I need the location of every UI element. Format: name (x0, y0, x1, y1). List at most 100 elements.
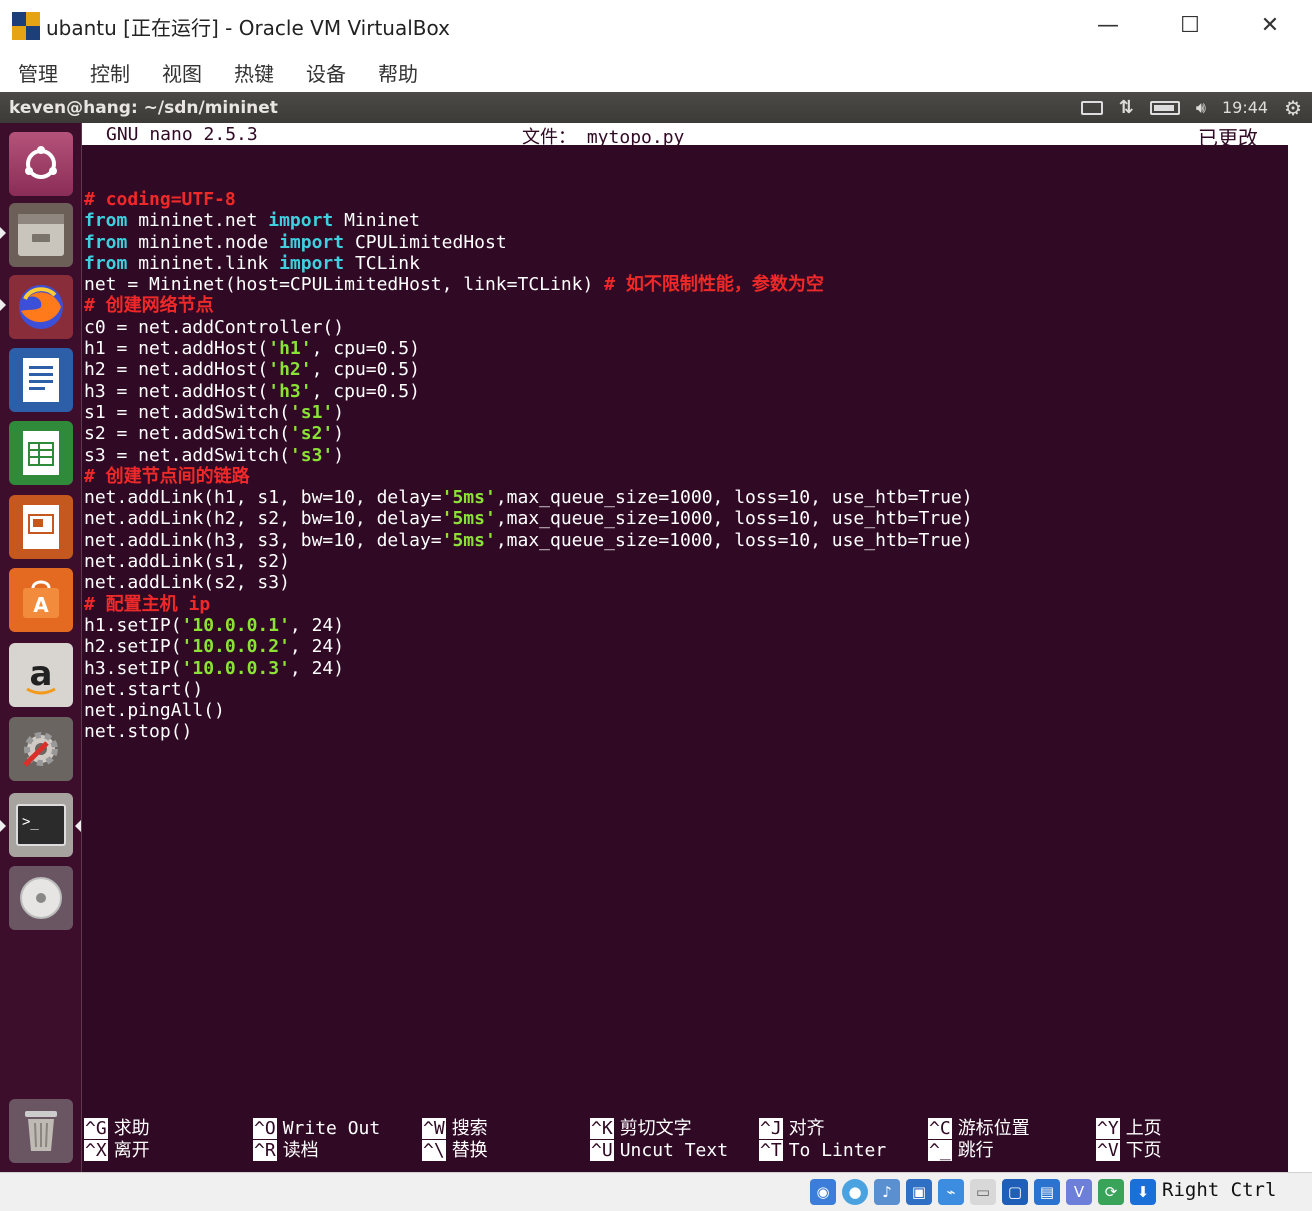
code-token: import (279, 231, 345, 253)
menu-manage[interactable]: 管理 (18, 58, 58, 87)
usb-icon[interactable]: ⌁ (938, 1179, 964, 1205)
code-token: 's2' (289, 423, 334, 445)
code-token: Mininet (333, 210, 420, 232)
shortcut-read-file[interactable]: ^R 读档 (253, 1140, 319, 1162)
network-icon[interactable]: ⇅ (1119, 97, 1134, 118)
code-token: # 创建节点间的链路 (84, 465, 250, 487)
shortcut-cut-text[interactable]: ^K 剪切文字 (590, 1118, 692, 1140)
menu-help[interactable]: 帮助 (378, 58, 418, 87)
code-token: , 24) (289, 636, 345, 658)
maximize-button[interactable]: ☐ (1170, 10, 1210, 42)
amazon-icon[interactable]: a (9, 643, 73, 707)
impress-icon[interactable] (9, 495, 73, 559)
code-line: # 创建网络节点 (84, 295, 973, 316)
code-token: # coding=UTF-8 (84, 189, 236, 210)
code-line: h1 = net.addHost('h1', cpu=0.5) (84, 338, 973, 359)
video-capture-icon[interactable]: ▤ (1034, 1179, 1060, 1205)
terminal-window[interactable]: GNU nano 2.5.3 文件： mytopo.py 已更改 # codin… (82, 123, 1288, 1172)
display-icon[interactable]: ▢ (1002, 1179, 1028, 1205)
code-line: h2 = net.addHost('h2', cpu=0.5) (84, 359, 973, 380)
code-line: net.addLink(s2, s3) (84, 572, 973, 593)
battery-icon[interactable] (1149, 100, 1180, 115)
launcher-running-indicator (0, 820, 6, 832)
code-token: ,max_queue_size=1000, loss=10, use_htb=T… (495, 529, 973, 551)
code-line: h3 = net.addHost('h3', cpu=0.5) (84, 381, 973, 402)
shortcut-go-to-line[interactable]: ^_ 跳行 (928, 1140, 994, 1162)
nano-file-name: mytopo.py (586, 127, 685, 148)
code-line: c0 = net.addController() (84, 317, 973, 338)
minimize-button[interactable]: — (1088, 10, 1128, 42)
shortcut-uncut-text[interactable]: ^U Uncut Text (590, 1140, 728, 1162)
code-token: mininet.node (127, 231, 280, 253)
code-line: net.addLink(s1, s2) (84, 551, 973, 572)
menu-control[interactable]: 控制 (90, 58, 130, 87)
audio-icon[interactable]: ♪ (874, 1179, 900, 1205)
code-token: c0 = net.addController() (84, 316, 345, 338)
panel-window-title: keven@hang: ~/sdn/mininet (9, 97, 278, 118)
code-token: CPULimitedHost (344, 231, 507, 253)
launcher-running-indicator (0, 227, 6, 239)
terminal-scrollbar[interactable] (1288, 123, 1312, 1172)
system-settings-icon[interactable] (9, 717, 73, 781)
dvd-icon[interactable] (9, 866, 73, 930)
shortcut-cursor-pos[interactable]: ^C 游标位置 (928, 1118, 1030, 1140)
code-token: ,max_queue_size=1000, loss=10, use_htb=T… (495, 508, 973, 530)
keyboard-capture-icon[interactable]: ⬇ (1130, 1179, 1156, 1205)
status-icons: ◉ ● ♪ ▣ ⌁ ▭ ▢ ▤ V ⟳ ⬇ (810, 1179, 1156, 1205)
vbox-menu-bar: 管理 控制 视图 热键 设备 帮助 (0, 52, 1312, 92)
keyboard-icon[interactable] (1080, 100, 1103, 115)
code-token: # 配置主机 ip (84, 593, 211, 615)
terminal-icon[interactable]: >_ (9, 793, 73, 857)
shortcut-write-out[interactable]: ^O Write Out (253, 1118, 380, 1140)
editor-buffer[interactable]: # coding=UTF-8 from mininet.net import Mi… (84, 189, 973, 743)
vbox-title-bar: ubantu [正在运行] - Oracle VM VirtualBox — ☐… (0, 0, 1312, 52)
optical-drive-icon[interactable]: ● (842, 1179, 868, 1205)
menu-view[interactable]: 视图 (162, 58, 202, 87)
shortcut-justify[interactable]: ^J 对齐 (759, 1118, 825, 1140)
shortcut-where-is[interactable]: ^W 搜索 (422, 1118, 488, 1140)
shortcut-prev-page[interactable]: ^Y 上页 (1096, 1118, 1162, 1140)
menu-devices[interactable]: 设备 (306, 58, 346, 87)
code-token: TCLink (344, 252, 420, 274)
code-token: net.stop() (84, 721, 193, 743)
code-token: net.addLink(h3, s3, bw=10, delay= (84, 529, 442, 551)
shortcut-next-page[interactable]: ^V 下页 (1096, 1140, 1162, 1162)
shared-folder-icon[interactable]: ▭ (970, 1179, 996, 1205)
hard-disk-icon[interactable]: ◉ (810, 1179, 836, 1205)
mouse-integration-icon[interactable]: ⟳ (1098, 1179, 1124, 1205)
code-token: , cpu=0.5) (311, 338, 420, 360)
shortcut-to-linter[interactable]: ^T To Linter (759, 1140, 886, 1162)
code-token: net.pingAll() (84, 700, 225, 722)
code-token: net.addLink(s2, s3) (84, 572, 290, 594)
code-line: net = Mininet(host=CPULimitedHost, link=… (84, 274, 973, 295)
code-line: net.pingAll() (84, 700, 973, 721)
calc-icon[interactable] (9, 421, 73, 485)
network-adapter-icon[interactable]: ▣ (906, 1179, 932, 1205)
code-token: from (84, 210, 128, 232)
trash-icon[interactable] (9, 1099, 73, 1163)
shortcut-exit[interactable]: ^X 离开 (84, 1140, 150, 1162)
code-token: net.start() (84, 678, 204, 700)
code-token: h1.setIP( (84, 614, 182, 636)
code-token: 's1' (289, 401, 334, 423)
clock[interactable]: 19:44 (1222, 98, 1268, 117)
software-center-icon[interactable]: A (9, 568, 73, 632)
code-line: net.addLink(h2, s2, bw=10, delay='5ms',m… (84, 508, 973, 529)
files-icon[interactable] (9, 203, 73, 267)
shortcut-help[interactable]: ^G 求助 (84, 1118, 150, 1140)
firefox-icon[interactable] (9, 275, 73, 339)
code-line: net.stop() (84, 721, 973, 742)
close-button[interactable]: ✕ (1250, 10, 1290, 42)
code-token: '10.0.0.2' (181, 636, 290, 658)
shortcut-replace[interactable]: ^\ 替换 (422, 1140, 488, 1162)
writer-icon[interactable] (9, 348, 73, 412)
volume-icon[interactable]: 🔊︎ (1196, 98, 1206, 118)
gear-icon[interactable]: ⚙ (1284, 96, 1302, 120)
code-token: ,max_queue_size=1000, loss=10, use_htb=T… (495, 487, 973, 509)
ubuntu-dash-icon[interactable] (9, 132, 73, 196)
code-token: '5ms' (441, 487, 496, 509)
code-line: # 创建节点间的链路 (84, 466, 973, 487)
code-token: import (268, 210, 334, 232)
menu-hotkeys[interactable]: 热键 (234, 58, 274, 87)
virtualization-icon[interactable]: V (1066, 1179, 1092, 1205)
